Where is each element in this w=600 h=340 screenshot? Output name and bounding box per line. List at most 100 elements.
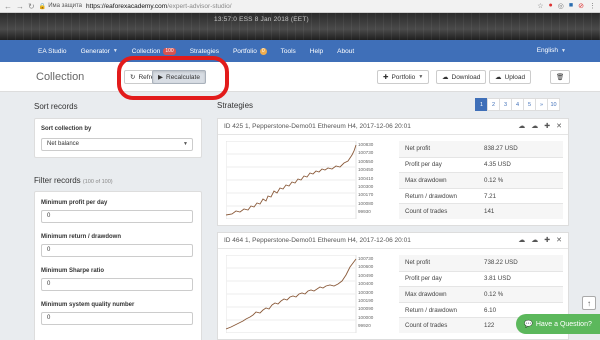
language-selector[interactable]: English ▼ bbox=[537, 47, 566, 54]
nav-portfolio[interactable]: Portfolio 0 bbox=[232, 47, 267, 55]
nav-label: Collection bbox=[131, 47, 161, 55]
scroll-top-button[interactable]: ↑ bbox=[582, 296, 596, 310]
filter-panel: Minimum profit per day 0 Minimum return … bbox=[34, 191, 202, 340]
stat-label: Max drawdown bbox=[405, 290, 447, 298]
y-tick: 100090 bbox=[358, 306, 374, 312]
chevron-down-icon: ▼ bbox=[183, 141, 188, 147]
y-tick: 100300 bbox=[358, 289, 374, 295]
cloud-upload-icon[interactable]: ☁ bbox=[531, 122, 538, 130]
filter-label-sharpe: Minimum Sharpe ratio bbox=[41, 268, 105, 274]
filter-title: Filter records bbox=[34, 176, 81, 185]
card-actions: ☁ ☁ ✚ ✕ bbox=[518, 236, 562, 244]
address-bar[interactable]: https://eaforexacademy.com/expert-adviso… bbox=[86, 3, 231, 10]
plus-icon[interactable]: ✚ bbox=[544, 122, 550, 130]
download-button[interactable]: ☁ Download bbox=[436, 70, 487, 84]
cloud-download-icon: ☁ bbox=[442, 74, 449, 81]
sort-section-title: Sort records bbox=[34, 102, 78, 111]
star-icon[interactable]: ☆ bbox=[537, 2, 543, 10]
cloud-upload-icon: ☁ bbox=[495, 74, 502, 81]
lock-icon: 🔒 bbox=[38, 3, 47, 10]
sort-value: Net balance bbox=[47, 141, 80, 147]
opera-icon[interactable]: ● bbox=[549, 2, 553, 10]
y-axis-ticks: 100730 100600 100490 100400 100300 10019… bbox=[358, 255, 373, 331]
min-return-drawdown-input[interactable]: 0 bbox=[41, 244, 193, 257]
reload-icon[interactable]: ↻ bbox=[28, 2, 35, 11]
nav-about[interactable]: About bbox=[337, 48, 354, 55]
stat-row: Max drawdown 0.12 % bbox=[399, 172, 563, 188]
menu-icon[interactable]: ⋮ bbox=[589, 2, 596, 10]
close-icon[interactable]: ✕ bbox=[556, 236, 562, 244]
collection-count-badge: 100 bbox=[163, 47, 176, 55]
y-tick: 100190 bbox=[358, 298, 374, 304]
balance-chart: 100730 100600 100490 100400 100300 10019… bbox=[225, 254, 396, 334]
stat-row: Net profit 838.27 USD bbox=[399, 141, 563, 157]
block-icon[interactable]: ⊘ bbox=[578, 2, 584, 10]
page-last[interactable]: 10 bbox=[547, 98, 560, 111]
cloud-download-icon[interactable]: ☁ bbox=[518, 122, 525, 130]
nav-label: Help bbox=[309, 47, 324, 55]
strategy-title: ID 464 1, Pepperstone-Demo01 Ethereum H4… bbox=[224, 237, 411, 244]
stat-label: Net profit bbox=[405, 259, 431, 267]
nav-label: Strategies bbox=[189, 47, 219, 55]
y-tick: 100730 bbox=[358, 256, 374, 261]
card-actions: ☁ ☁ ✚ ✕ bbox=[518, 122, 562, 130]
back-icon[interactable]: ← bbox=[4, 2, 12, 11]
extension-icon[interactable]: ■ bbox=[569, 2, 573, 10]
sort-select[interactable]: Net balance ▼ bbox=[41, 138, 193, 151]
strategies-title: Strategies bbox=[217, 101, 254, 110]
stats-table: Net profit 838.27 USD Profit per day 4.35 … bbox=[399, 141, 563, 219]
page-title: Collection bbox=[36, 71, 85, 83]
site-banner: 13:57:0 ESS 8 Jan 2018 (EET) bbox=[0, 13, 600, 40]
y-tick: 100600 bbox=[358, 264, 374, 270]
plus-icon[interactable]: ✚ bbox=[544, 236, 550, 244]
cloud-upload-icon[interactable]: ☁ bbox=[531, 236, 538, 244]
y-tick: 100730 bbox=[358, 150, 374, 156]
nav-strategies[interactable]: Strategies bbox=[190, 48, 219, 55]
min-profit-input[interactable]: 0 bbox=[41, 210, 193, 223]
chevron-down-icon: ▼ bbox=[112, 48, 118, 54]
delete-button[interactable]: 🗑 bbox=[550, 70, 571, 84]
close-icon[interactable]: ✕ bbox=[556, 122, 562, 130]
stat-value: 3.81 USD bbox=[484, 275, 511, 283]
sort-panel: Sort collection by Net balance ▼ bbox=[34, 118, 202, 158]
y-tick: 100300 bbox=[358, 184, 374, 190]
y-tick: 100490 bbox=[358, 272, 374, 278]
strategy-card: ID 425 1, Pepperstone-Demo01 Ethereum H4… bbox=[217, 118, 569, 226]
portfolio-count-badge: 0 bbox=[259, 47, 267, 55]
sidebar: Sort records Sort collection by Net bala… bbox=[28, 94, 206, 340]
min-sharpe-input[interactable]: 0 bbox=[41, 278, 193, 291]
y-tick: 100400 bbox=[358, 281, 374, 287]
download-label: Download bbox=[451, 73, 481, 81]
stat-label: Profit per day bbox=[405, 161, 442, 169]
portfolio-button[interactable]: ✚ Portfolio ▼ bbox=[377, 70, 430, 84]
chevron-down-icon: ▼ bbox=[418, 74, 424, 80]
chevron-down-icon: ▼ bbox=[561, 47, 566, 54]
upload-button[interactable]: ☁ Upload bbox=[489, 70, 532, 84]
nav-ea-studio[interactable]: EA Studio bbox=[38, 48, 67, 55]
strategy-card-header: ID 425 1, Pepperstone-Demo01 Ethereum H4… bbox=[218, 119, 568, 135]
help-chat-button[interactable]: 💬 Have a Question? bbox=[516, 314, 600, 334]
y-tick: 100080 bbox=[358, 200, 374, 206]
nav-label: Tools bbox=[280, 47, 296, 55]
stat-label: Count of trades bbox=[405, 208, 448, 216]
stat-label: Return / drawdown bbox=[405, 192, 457, 200]
min-sqn-input[interactable]: 0 bbox=[41, 312, 193, 325]
security-indicator[interactable]: 🔒 Има защита bbox=[39, 3, 82, 10]
nav-tools[interactable]: Tools bbox=[281, 48, 296, 55]
y-tick: 100830 bbox=[358, 142, 374, 147]
y-tick: 100410 bbox=[358, 175, 374, 181]
browser-bar: ← → ↻ 🔒 Има защита https://eaforexacadem… bbox=[0, 0, 600, 13]
filter-section-title: Filter records (100 of 100) bbox=[34, 176, 113, 185]
nav-collection[interactable]: Collection 100 bbox=[131, 47, 176, 55]
forward-icon[interactable]: → bbox=[16, 2, 24, 11]
cloud-download-icon[interactable]: ☁ bbox=[518, 236, 525, 244]
nav-help[interactable]: Help bbox=[310, 48, 323, 55]
shield-extension-icon[interactable]: ◎ bbox=[558, 2, 564, 10]
pagination: 1 2 3 4 5 » 10 bbox=[475, 98, 560, 111]
language-label: English bbox=[536, 47, 559, 54]
nav-label: Portfolio bbox=[232, 47, 257, 55]
help-label: Have a Question? bbox=[535, 320, 592, 328]
nav-generator[interactable]: Generator ▼ bbox=[81, 48, 118, 55]
browser-nav: ← → ↻ bbox=[0, 2, 35, 11]
nav-label: Generator bbox=[80, 47, 110, 55]
